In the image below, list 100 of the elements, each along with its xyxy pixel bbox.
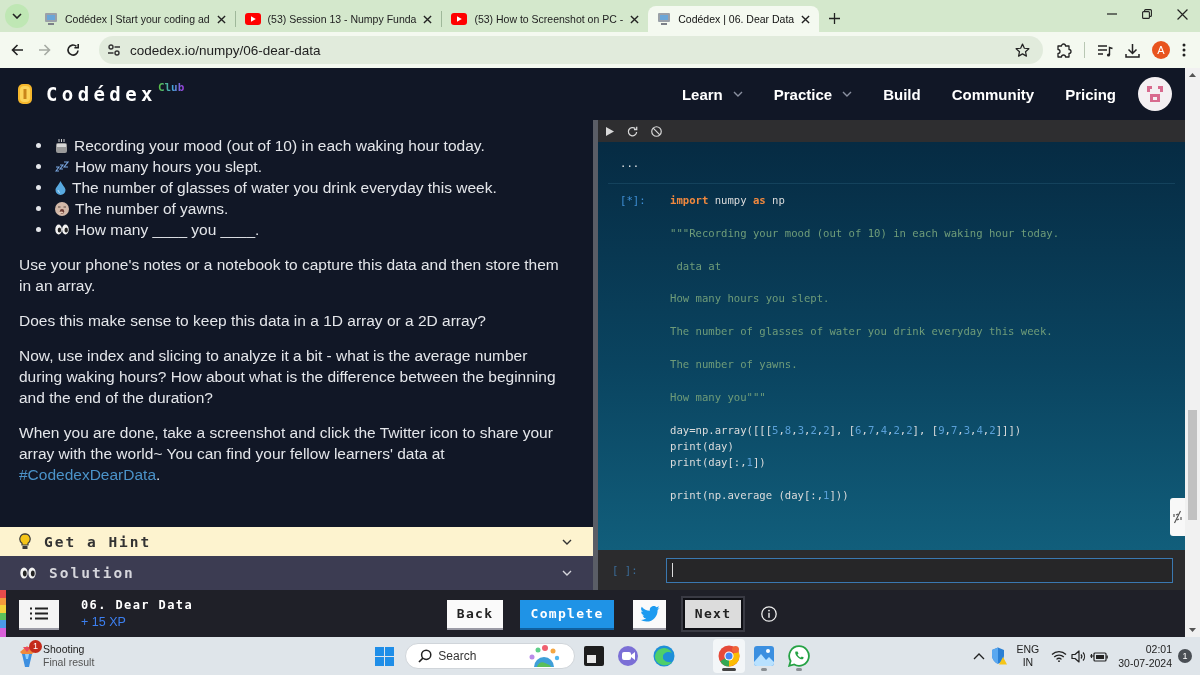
notification-count[interactable]: 1 <box>1178 649 1192 663</box>
bullet-icon <box>36 206 41 211</box>
eyes-icon <box>20 567 36 579</box>
bullet-icon <box>36 164 41 169</box>
code-line: print(np.average (day[:,1])) <box>670 488 849 504</box>
code-line: How many hours you slept. <box>670 291 830 307</box>
play-logo-icon <box>244 13 261 25</box>
cell-output: ... <box>620 156 640 169</box>
interrupt-icon[interactable] <box>651 125 662 137</box>
battery-charging-icon[interactable] <box>1090 650 1109 662</box>
cell-prompt: [*]: <box>619 193 647 208</box>
clock-button[interactable]: 02:01 30-07-2024 <box>1118 642 1172 670</box>
bullet-icon <box>36 227 41 232</box>
lesson-title: 06. Dear Data <box>81 598 194 612</box>
panel-toggle-button[interactable] <box>1170 498 1185 536</box>
share-button[interactable] <box>633 599 667 628</box>
menu-dots-icon[interactable] <box>1182 43 1186 57</box>
browser-tab[interactable]: Codédex | 06. Dear Data <box>648 6 820 32</box>
close-icon[interactable] <box>630 14 640 24</box>
swirl-icon <box>653 645 676 667</box>
list-icon <box>30 607 48 620</box>
site-settings-icon[interactable] <box>107 44 121 56</box>
code-line: The number of glasses of water you drink everyday this week. <box>670 324 1053 340</box>
widget-subtitle: Final result <box>43 656 95 669</box>
play-icon[interactable] <box>606 126 614 136</box>
code-line: day=np.array([[[5,8,3,2,2], [6,7,4,2,2], [9,7,3,4,2]]]) <box>670 422 1022 438</box>
speaker-icon[interactable] <box>1071 649 1088 663</box>
nav-link[interactable]: Practice <box>773 85 853 103</box>
close-icon[interactable] <box>216 14 226 24</box>
new-tab-icon[interactable] <box>829 12 841 24</box>
globe-dots-icon <box>528 645 561 667</box>
address-bar[interactable]: codedex.io/numpy/06-dear-data <box>99 36 1043 64</box>
scroll-up-icon[interactable] <box>1189 73 1196 77</box>
scrollbar-thumb[interactable] <box>1188 410 1197 520</box>
code-line: data at <box>675 258 722 274</box>
list-item-text: The number of yawns. <box>75 199 229 219</box>
back-arrow-icon[interactable] <box>10 43 24 57</box>
nav-link[interactable]: Build <box>883 85 921 103</box>
code-input-field[interactable] <box>666 557 1173 583</box>
scroll-down-icon[interactable] <box>1189 628 1196 632</box>
shield-warning-icon[interactable] <box>990 647 1007 665</box>
close-icon[interactable] <box>423 14 433 24</box>
bird-icon <box>639 605 660 622</box>
close-icon[interactable] <box>1177 8 1188 20</box>
download-icon[interactable] <box>1125 42 1140 58</box>
nav-link[interactable]: Community <box>951 85 1035 103</box>
restart-icon[interactable] <box>627 125 638 137</box>
coin-icon[interactable] <box>17 83 33 105</box>
bullet-icon <box>36 185 41 190</box>
close-icon[interactable] <box>801 14 811 24</box>
info-icon[interactable] <box>761 605 778 622</box>
search-input[interactable]: Search <box>438 649 529 663</box>
tab-search-button[interactable] <box>5 4 29 28</box>
dark-tile-icon <box>584 646 605 666</box>
browser-tab[interactable]: (53) How to Screenshot on PC - <box>442 6 649 32</box>
nav-link[interactable]: Pricing <box>1065 85 1116 103</box>
droplet-icon <box>55 180 66 195</box>
notification-badge: 1 <box>29 640 42 653</box>
profile-avatar-button[interactable]: A <box>1152 41 1170 59</box>
restore-icon[interactable] <box>1142 9 1152 19</box>
taskbar-search-bar[interactable]: Search <box>405 643 576 669</box>
list-item-text: The number of glasses of water you drink everyday this week. <box>72 178 497 198</box>
list-item-text: How many ____ you ____. <box>75 220 260 240</box>
slash-icon <box>1173 510 1182 524</box>
hint-accordion[interactable]: Get a Hint <box>0 527 593 556</box>
site-logo[interactable]: Codédex <box>46 83 157 105</box>
search-icon <box>418 649 433 663</box>
browser-tab[interactable]: (53) Session 13 - Numpy Funda <box>235 6 442 32</box>
news-widget[interactable]: 1 Shooting Final result <box>17 643 95 669</box>
solution-accordion[interactable]: Solution <box>0 556 593 590</box>
widget-title: Shooting <box>43 643 86 656</box>
nav-link[interactable]: Learn <box>681 85 743 103</box>
hashtag-link[interactable]: #CodedexDearData <box>19 466 156 483</box>
wifi-icon[interactable] <box>1051 650 1068 662</box>
language-button[interactable]: ENG IN <box>1016 643 1040 669</box>
code-line: How many you""" <box>670 389 766 405</box>
chevron-up-icon[interactable] <box>972 652 985 660</box>
lightbulb-icon <box>19 533 31 550</box>
cell-prompt: [ ]: <box>611 564 639 576</box>
sleep-icon <box>55 161 69 172</box>
code-line: The number of yawns. <box>670 357 798 372</box>
windows-start-icon[interactable] <box>375 646 395 666</box>
playlist-icon[interactable] <box>1097 43 1113 57</box>
play-logo-icon <box>451 13 468 25</box>
profile-avatar[interactable] <box>1138 77 1172 111</box>
picture-icon <box>754 646 775 666</box>
mug-icon <box>55 138 68 153</box>
browser-tab[interactable]: Codédex | Start your coding ad <box>35 6 235 32</box>
reload-icon[interactable] <box>66 43 80 57</box>
rainbow-stripe <box>0 590 6 637</box>
paragraph: Now, use index and slicing to analyze it a bit - what is the average number during waking hours? How about what is the difference between the beginning and the end of the duration? <box>19 346 557 408</box>
taskbar-app-button[interactable] <box>713 639 746 673</box>
code-line: print(day[:,1]) <box>670 455 766 471</box>
star-icon[interactable] <box>1015 42 1030 58</box>
puzzle-piece-icon[interactable] <box>1056 42 1072 58</box>
paragraph: Does this make sense to keep this data in a 1D array or a 2D array? <box>19 311 487 331</box>
menu-button[interactable] <box>19 599 59 628</box>
paragraph: When you are done, take a screenshot and click the Twitter icon to share your array with the world~ You can find your fellow learners' data at #CodedexDearData. <box>19 423 554 485</box>
back-button[interactable]: Back <box>447 599 504 628</box>
xp-label: + 15 XP <box>81 615 127 629</box>
